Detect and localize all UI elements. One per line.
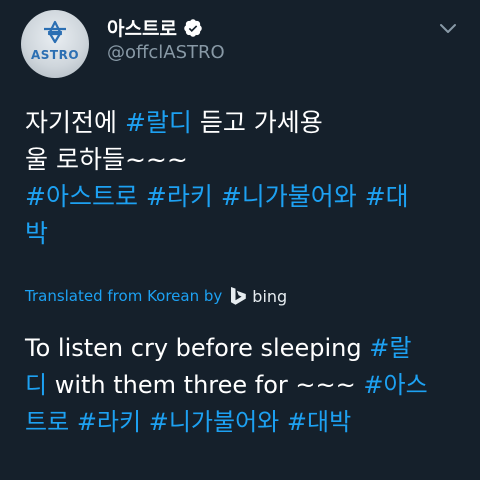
text-segment: 자기전에 bbox=[25, 108, 125, 137]
handle[interactable]: @offclASTRO bbox=[107, 42, 225, 63]
display-name[interactable]: 아스트로 bbox=[107, 14, 177, 41]
hashtag-link[interactable]: #니가불어와 bbox=[221, 182, 357, 211]
display-name-row[interactable]: 아스트로 bbox=[107, 14, 203, 41]
text-segment: 듣고 가세용 bbox=[191, 108, 323, 137]
tweet-text: 자기전에 #랄디 듣고 가세용 울 로하들~~~ #아스트로 #라키 #니가불어와 … bbox=[25, 104, 465, 252]
hashtag-link[interactable]: #아스 bbox=[363, 371, 427, 399]
avatar[interactable]: ASTRO bbox=[21, 10, 89, 78]
text-line: 자기전에 #랄디 듣고 가세용 bbox=[25, 104, 465, 141]
hashtag-link[interactable]: 박 bbox=[25, 219, 48, 248]
hashtag-link[interactable]: #랄디 bbox=[125, 108, 192, 137]
hashtag-link[interactable]: #대박 bbox=[287, 408, 351, 436]
translation-line: To listen cry before sleeping #랄 bbox=[25, 330, 470, 367]
hashtag-link[interactable]: #라키 bbox=[146, 182, 213, 211]
translation-segment: To listen cry before sleeping bbox=[25, 334, 370, 362]
bing-logo-icon bbox=[231, 287, 247, 305]
text-segment bbox=[213, 182, 221, 211]
hashtag-link[interactable]: 디 bbox=[25, 371, 47, 399]
hashtag-link[interactable]: #라키 bbox=[77, 408, 141, 436]
hashtag-link[interactable]: #랄 bbox=[369, 334, 411, 362]
hashtag-link[interactable]: #니가불어와 bbox=[149, 408, 280, 436]
hashtag-link[interactable]: 트로 bbox=[25, 408, 69, 436]
astro-logo-icon bbox=[44, 20, 66, 44]
chevron-down-icon[interactable] bbox=[438, 22, 458, 36]
verified-badge-icon bbox=[184, 18, 202, 37]
translation-segment bbox=[69, 408, 77, 436]
text-segment: 울 로하들~~~ bbox=[25, 145, 188, 174]
hashtag-link[interactable]: #아스트로 bbox=[25, 182, 138, 211]
avatar-wordmark: ASTRO bbox=[30, 48, 80, 62]
translation-line: 디 with them three for ~~~ #아스 bbox=[25, 367, 470, 404]
translator-name: bing bbox=[252, 286, 288, 306]
hashtag-link[interactable]: #대 bbox=[365, 182, 409, 211]
translated-from-label: Translated from Korean by bbox=[25, 287, 223, 305]
translation-attribution: Translated from Korean by bing bbox=[25, 286, 287, 306]
translation-segment: with them three for ~~~ bbox=[47, 371, 364, 399]
text-line: 박 bbox=[25, 215, 465, 252]
translation-segment bbox=[279, 408, 287, 436]
translation-segment bbox=[141, 408, 149, 436]
translation-line: 트로 #라키 #니가불어와 #대박 bbox=[25, 404, 470, 441]
text-segment bbox=[138, 182, 146, 211]
text-line: 울 로하들~~~ bbox=[25, 141, 465, 178]
translation-text: To listen cry before sleeping #랄 디 with t… bbox=[25, 330, 470, 441]
text-segment bbox=[357, 182, 365, 211]
text-line: #아스트로 #라키 #니가불어와 #대 bbox=[25, 178, 465, 215]
